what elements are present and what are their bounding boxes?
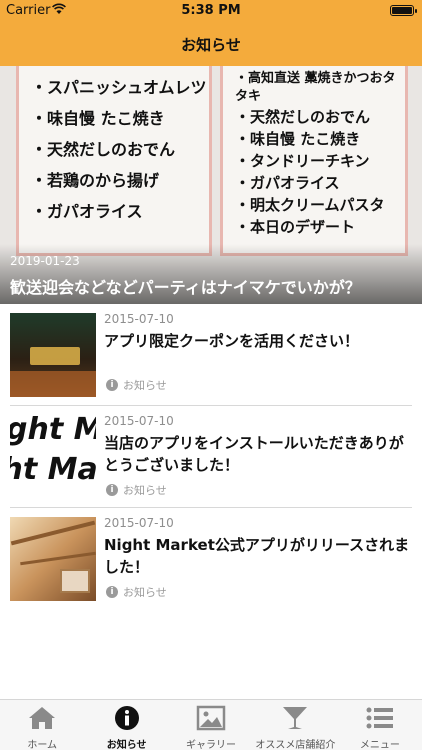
- menu-board-item: ・ガパオライス: [235, 174, 340, 192]
- news-date: 2015-07-10: [104, 516, 174, 530]
- tab-gallery[interactable]: ギャラリー: [169, 700, 253, 751]
- page-title: お知らせ: [181, 36, 241, 54]
- info-icon: i: [106, 586, 118, 598]
- tab-bar: ホーム お知らせ ギャラリー オススメ店舗紹介 メニュー: [0, 699, 422, 751]
- news-category: i お知らせ: [106, 377, 167, 393]
- tab-menu[interactable]: メニュー: [338, 700, 422, 751]
- news-thumbnail: [10, 313, 96, 397]
- menu-board-item: ・天然だしのおでん: [235, 108, 371, 126]
- battery-icon: [390, 5, 417, 16]
- news-title: 当店のアプリをインストールいただきありがとうございました！: [104, 434, 404, 474]
- info-icon: i: [106, 484, 118, 496]
- tab-label: メニュー: [359, 740, 400, 751]
- info-icon: [114, 706, 139, 730]
- menu-board-image-left: ・スパニッシュオムレツ ・味自慢 たこ焼き ・天然だしのおでん ・若鶏のから揚げ…: [16, 66, 212, 256]
- news-category-label: お知らせ: [123, 379, 167, 392]
- news-item[interactable]: ght Mar ght Mar 2015-07-10 当店のアプリをインストール…: [0, 406, 422, 508]
- thumbnail-logo-text: ght Mar: [10, 452, 96, 487]
- tab-label: ギャラリー: [186, 740, 237, 751]
- thumbnail-logo-text: ght Mar: [10, 415, 96, 447]
- tab-home[interactable]: ホーム: [0, 700, 84, 751]
- news-list: 2015-07-10 アプリ限定クーポンを活用ください！ i お知らせ ght …: [0, 304, 422, 610]
- news-thumbnail: ght Mar ght Mar: [10, 415, 96, 499]
- menu-board-item: ・味自慢 たこ焼き: [235, 130, 361, 148]
- menu-board-item: ・天然だしのおでん: [31, 140, 176, 159]
- gallery-icon: [196, 705, 226, 731]
- cocktail-icon: [283, 707, 308, 729]
- menu-board-item: ・ガパオライス: [31, 202, 143, 221]
- info-icon: i: [106, 379, 118, 391]
- tab-recommended-stores[interactable]: オススメ店舗紹介: [253, 700, 337, 751]
- clock: 5:38 PM: [181, 3, 241, 18]
- menu-board-item: ・本日のデザート: [235, 218, 356, 236]
- status-bar: Carrier 5:38 PM: [0, 0, 422, 22]
- news-item[interactable]: 2015-07-10 アプリ限定クーポンを活用ください！ i お知らせ: [0, 304, 422, 406]
- news-category: i お知らせ: [106, 482, 167, 498]
- menu-board-item: ・高知直送 藁焼きかつおタタキ: [235, 71, 396, 104]
- tab-news[interactable]: お知らせ: [84, 700, 168, 751]
- news-category-label: お知らせ: [123, 484, 167, 497]
- news-item[interactable]: 2015-07-10 Night Market公式アプリがリリースされました！ …: [0, 508, 422, 610]
- tab-label: ホーム: [27, 740, 58, 751]
- news-thumbnail: [10, 517, 96, 601]
- news-title: アプリ限定クーポンを活用ください！: [104, 332, 360, 350]
- news-title: Night Market公式アプリがリリースされました！: [104, 536, 410, 576]
- tab-label: オススメ店舗紹介: [255, 740, 336, 751]
- news-category-label: お知らせ: [123, 586, 167, 599]
- menu-board-image-right: ・高知直送 藁焼きかつおタタキ ・天然だしのおでん ・味自慢 たこ焼き ・タンド…: [220, 66, 408, 256]
- news-date: 2015-07-10: [104, 312, 174, 326]
- menu-board-item: ・タンドリーチキン: [235, 152, 370, 170]
- news-date: 2015-07-10: [104, 414, 174, 428]
- tab-label: お知らせ: [106, 740, 147, 751]
- menu-board-item: ・味自慢 たこ焼き: [31, 109, 165, 128]
- news-category: i お知らせ: [106, 584, 167, 600]
- home-icon: [29, 707, 56, 729]
- menu-board-item: ・明太クリームパスタ: [235, 196, 385, 214]
- featured-news[interactable]: ・スパニッシュオムレツ ・味自慢 たこ焼き ・天然だしのおでん ・若鶏のから揚げ…: [0, 66, 422, 304]
- featured-date: 2019-01-23: [10, 254, 80, 268]
- navigation-bar: お知らせ: [0, 22, 422, 66]
- menu-list-icon: [366, 707, 393, 729]
- menu-board-item: ・スパニッシュオムレツ: [31, 78, 207, 97]
- menu-board-item: ・若鶏のから揚げ: [31, 171, 160, 190]
- featured-title: 歓送迎会などなどパーティはナイマケでいかが？: [10, 278, 361, 297]
